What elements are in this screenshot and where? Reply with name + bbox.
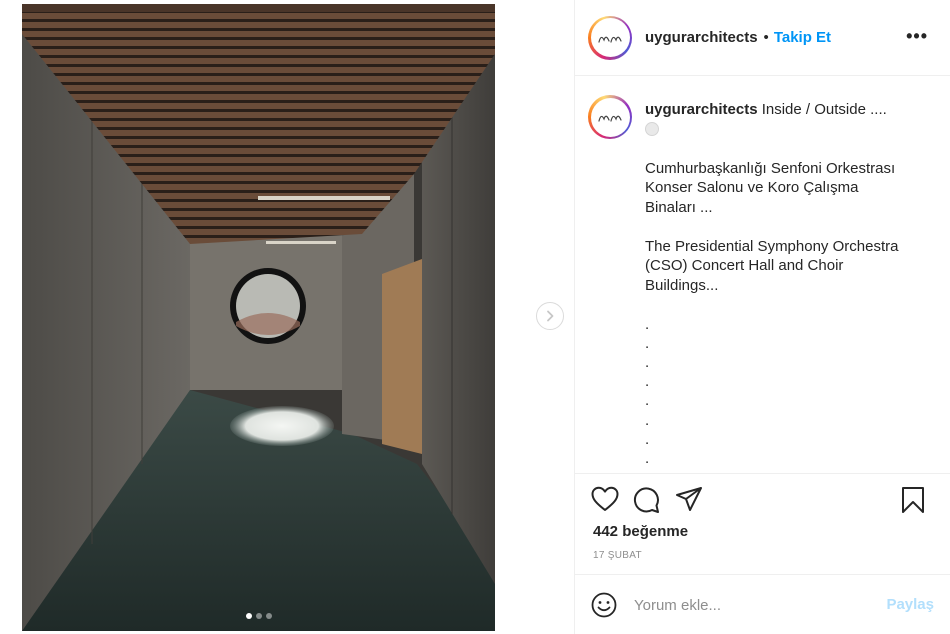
comment-bar: Paylaş — [575, 574, 950, 634]
smiley-icon — [591, 592, 617, 618]
post-comment-button[interactable]: Paylaş — [886, 596, 934, 613]
username-link[interactable]: uygurarchitects — [645, 29, 758, 46]
caption-avatar[interactable] — [588, 95, 632, 139]
more-options-icon[interactable]: ••• — [906, 27, 928, 45]
separator-dot: • — [763, 29, 769, 46]
post-header: uygurarchitects • Takip Et ••• — [575, 0, 950, 76]
corridor-photo — [22, 4, 495, 631]
caption-paragraph-tr: Cumhurbaşkanlığı Senfoni Orkestrası Kons… — [645, 159, 896, 216]
caption-dots: . . . . . . . . — [645, 315, 913, 469]
save-button[interactable] — [901, 486, 925, 519]
carousel-dot — [255, 613, 262, 619]
caption-username[interactable]: uygurarchitects — [645, 101, 758, 118]
avatar[interactable] — [588, 15, 632, 60]
caption-dot: . — [645, 353, 650, 371]
caption-dot: . — [645, 315, 650, 333]
caption-dot: . — [645, 392, 650, 410]
carousel-indicator — [22, 613, 495, 619]
caption-paragraph-en: The Presidential Symphony Orchestra (CSO… — [645, 237, 899, 294]
comment-icon — [633, 487, 659, 513]
avatar-inner — [590, 97, 630, 137]
caption-first-line: Inside / Outside .... — [757, 101, 887, 118]
emoji-icon — [645, 121, 659, 136]
share-button[interactable] — [675, 486, 703, 517]
carousel-dot — [265, 613, 272, 619]
monogram-logo — [598, 115, 622, 122]
next-image-button[interactable] — [536, 302, 564, 330]
caption-dot: . — [645, 411, 650, 429]
post-image[interactable] — [22, 4, 495, 631]
follow-button[interactable]: Takip Et — [774, 29, 831, 46]
caption-dot: . — [645, 334, 650, 352]
caption-dot: . — [645, 373, 650, 391]
like-button[interactable] — [591, 486, 619, 517]
heart-icon — [591, 486, 619, 511]
caption-text: uygurarchitects Inside / Outside .... Cu… — [645, 100, 913, 468]
post-actions — [591, 486, 924, 519]
avatar-inner — [590, 18, 630, 57]
post-date[interactable]: 17 ŞUBAT — [593, 550, 642, 561]
carousel-dot-active — [245, 613, 252, 619]
caption-dot: . — [645, 449, 650, 467]
bookmark-icon — [902, 487, 924, 513]
caption-dot: . — [645, 430, 650, 448]
comment-button[interactable] — [632, 486, 660, 519]
paper-plane-icon — [676, 487, 702, 511]
caption-area: uygurarchitects Inside / Outside .... Cu… — [575, 77, 950, 474]
comment-input[interactable] — [634, 592, 854, 618]
likes-count[interactable]: 442 beğenme — [593, 523, 688, 540]
chevron-right-icon — [547, 310, 554, 322]
monogram-logo — [598, 36, 622, 43]
post-side-panel: uygurarchitects • Takip Et ••• uygurarch… — [574, 0, 950, 634]
emoji-picker-button[interactable] — [591, 592, 617, 623]
